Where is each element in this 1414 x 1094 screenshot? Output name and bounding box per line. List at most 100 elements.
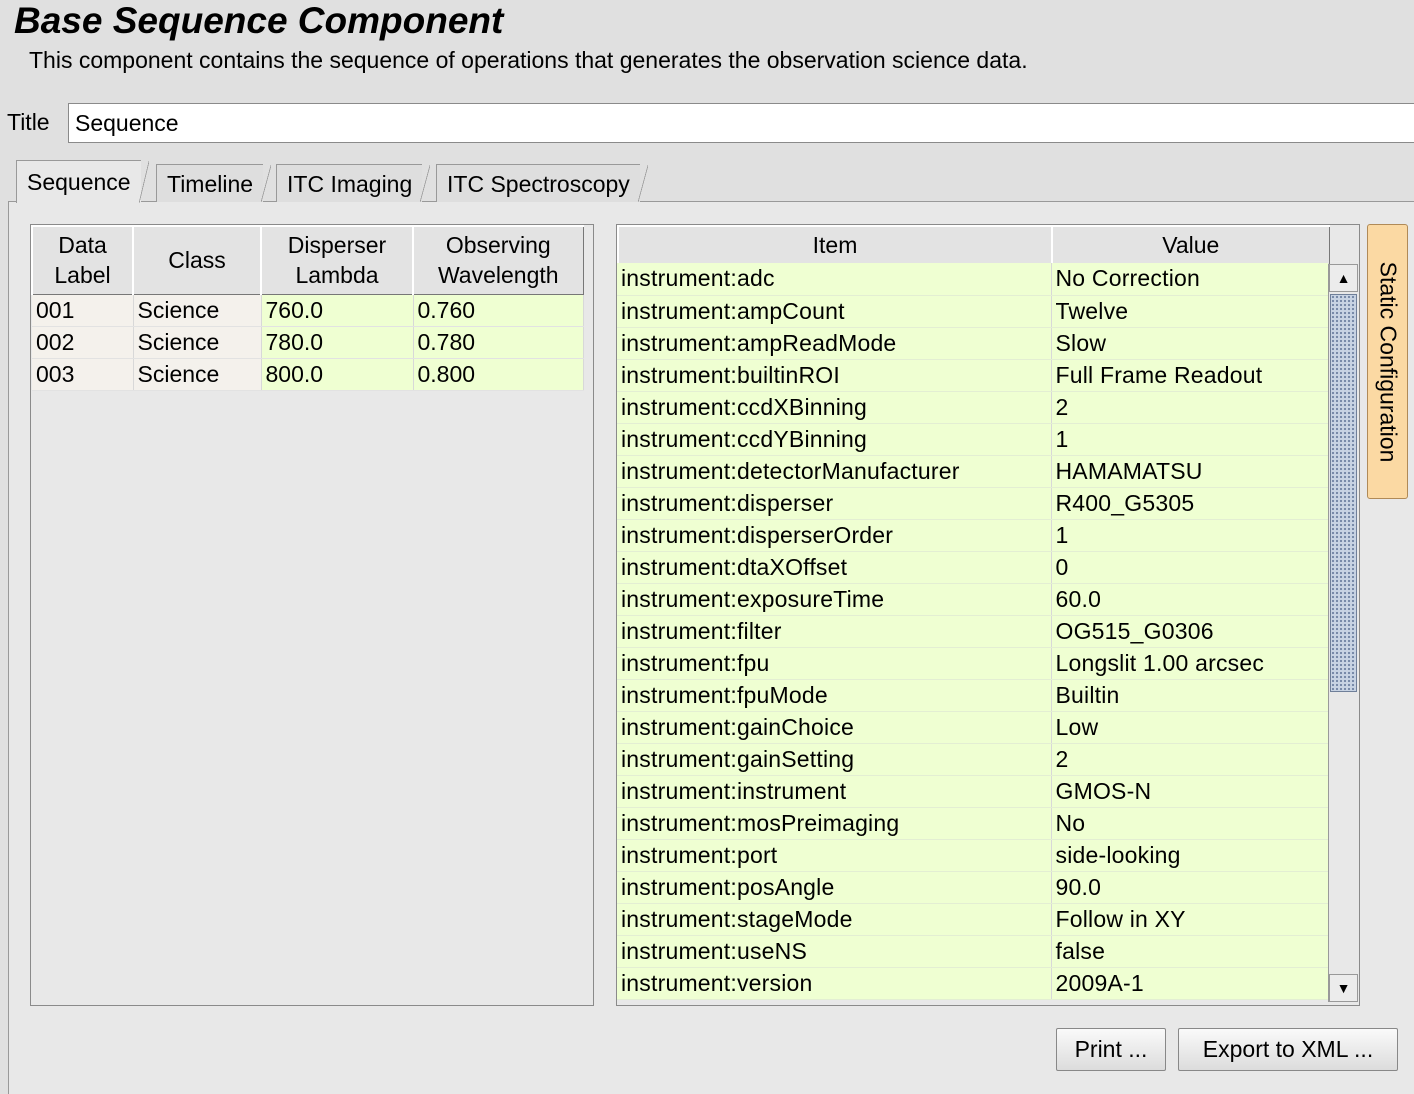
cell-value: R400_G5305 [1051, 487, 1329, 520]
cell-observing-wavelength: 0.760 [413, 294, 584, 327]
table-row[interactable]: instrument:fpuMode Builtin [617, 679, 1329, 712]
cell-value: GMOS-N [1051, 775, 1329, 808]
table-row[interactable]: instrument:ampCount Twelve [617, 295, 1329, 328]
title-input[interactable] [68, 103, 1414, 143]
table-row[interactable]: instrument:port side-looking [617, 839, 1329, 872]
cell-item: instrument:detectorManufacturer [617, 455, 1052, 488]
table-row[interactable]: instrument:fpu Longslit 1.00 arcsec [617, 647, 1329, 680]
cell-class: Science [133, 358, 262, 391]
component-description: This component contains the sequence of … [29, 47, 1028, 73]
cell-value: 1 [1051, 423, 1329, 456]
export-xml-button[interactable]: Export to XML ... [1178, 1028, 1398, 1071]
column-header-class[interactable]: Class [132, 225, 262, 295]
cell-value: Full Frame Readout [1051, 359, 1329, 392]
arrow-down-icon[interactable]: ▼ [1329, 974, 1358, 1002]
config-table-scrollbar[interactable]: ▲ ▼ [1328, 264, 1358, 1002]
static-config-table-panel: Item Value instrument:adc No Correction in… [616, 224, 1360, 1006]
sequence-component: Base Sequence Component This component c… [0, 0, 1414, 1094]
column-header-disperser-lambda[interactable]: Disperser Lambda [260, 225, 414, 295]
column-header-value[interactable]: Value [1051, 225, 1330, 265]
table-row[interactable]: instrument:builtinROI Full Frame Readout [617, 359, 1329, 392]
table-row[interactable]: instrument:detectorManufacturer HAMAMATSU [617, 455, 1329, 488]
table-row[interactable]: instrument:instrument GMOS-N [617, 775, 1329, 808]
tab-itc-spectroscopy[interactable]: ITC Spectroscopy [436, 164, 648, 202]
cell-class: Science [133, 326, 262, 359]
tab-bar: Sequence Timeline ITC Imaging ITC Spectr… [0, 160, 1414, 203]
cell-value: 2009A-1 [1051, 967, 1329, 1000]
cell-item: instrument:exposureTime [617, 583, 1052, 616]
table-row[interactable]: 002 Science 780.0 0.780 [32, 326, 584, 359]
cell-value: 90.0 [1051, 871, 1329, 904]
cell-observing-wavelength: 0.780 [413, 326, 584, 359]
tab-timeline[interactable]: Timeline [156, 164, 272, 202]
table-row[interactable]: instrument:gainSetting 2 [617, 743, 1329, 776]
cell-disperser-lambda: 760.0 [261, 294, 414, 327]
cell-class: Science [133, 294, 262, 327]
cell-value: Low [1051, 711, 1329, 744]
tab-itc-imaging[interactable]: ITC Imaging [276, 164, 431, 202]
table-row[interactable]: instrument:mosPreimaging No [617, 807, 1329, 840]
scrollbar-thumb[interactable] [1330, 294, 1357, 692]
cell-item: instrument:ccdXBinning [617, 391, 1052, 424]
cell-item: instrument:fpuMode [617, 679, 1052, 712]
cell-value: 2 [1051, 743, 1329, 776]
cell-value: 60.0 [1051, 583, 1329, 616]
table-row[interactable]: instrument:ampReadMode Slow [617, 327, 1329, 360]
table-row[interactable]: instrument:disperser R400_G5305 [617, 487, 1329, 520]
print-button[interactable]: Print ... [1056, 1028, 1166, 1071]
cell-item: instrument:disperser [617, 487, 1052, 520]
cell-value: OG515_G0306 [1051, 615, 1329, 648]
cell-value: 0 [1051, 551, 1329, 584]
sequence-table-header: Data Label Class Disperser Lambda Observin… [31, 225, 584, 295]
cell-data-label: 002 [32, 326, 134, 359]
cell-observing-wavelength: 0.800 [413, 358, 584, 391]
table-row[interactable]: instrument:exposureTime 60.0 [617, 583, 1329, 616]
table-row[interactable]: instrument:disperserOrder 1 [617, 519, 1329, 552]
cell-item: instrument:filter [617, 615, 1052, 648]
cell-value: 2 [1051, 391, 1329, 424]
static-configuration-label: Static Configuration [1375, 261, 1401, 462]
cell-value: No [1051, 807, 1329, 840]
static-configuration-tab[interactable]: Static Configuration [1367, 224, 1408, 499]
cell-item: instrument:fpu [617, 647, 1052, 680]
title-label: Title [7, 109, 50, 135]
cell-value: Longslit 1.00 arcsec [1051, 647, 1329, 680]
cell-value: Follow in XY [1051, 903, 1329, 936]
table-row[interactable]: instrument:useNS false [617, 935, 1329, 968]
component-title: Base Sequence Component [14, 0, 504, 41]
cell-data-label: 001 [32, 294, 134, 327]
cell-item: instrument:stageMode [617, 903, 1052, 936]
column-header-data-label[interactable]: Data Label [31, 225, 134, 295]
table-row[interactable]: instrument:filter OG515_G0306 [617, 615, 1329, 648]
table-row[interactable]: instrument:ccdXBinning 2 [617, 391, 1329, 424]
cell-item: instrument:ccdYBinning [617, 423, 1052, 456]
cell-value: No Correction [1051, 263, 1329, 296]
table-row[interactable]: instrument:version 2009A-1 [617, 967, 1329, 1000]
cell-item: instrument:dtaXOffset [617, 551, 1052, 584]
cell-item: instrument:port [617, 839, 1052, 872]
cell-item: instrument:gainChoice [617, 711, 1052, 744]
tab-sequence[interactable]: Sequence [16, 160, 149, 203]
cell-item: instrument:ampCount [617, 295, 1052, 328]
config-table-header: Item Value [617, 225, 1330, 265]
table-row[interactable]: instrument:posAngle 90.0 [617, 871, 1329, 904]
arrow-up-icon[interactable]: ▲ [1329, 264, 1358, 292]
table-row[interactable]: instrument:stageMode Follow in XY [617, 903, 1329, 936]
sequence-table-panel: Data Label Class Disperser Lambda Observin… [30, 224, 594, 1006]
cell-disperser-lambda: 780.0 [261, 326, 414, 359]
column-header-observing-wavelength[interactable]: Observing Wavelength [412, 225, 584, 295]
table-row[interactable]: instrument:dtaXOffset 0 [617, 551, 1329, 584]
table-row[interactable]: instrument:gainChoice Low [617, 711, 1329, 744]
table-row[interactable]: instrument:ccdYBinning 1 [617, 423, 1329, 456]
table-row[interactable]: 003 Science 800.0 0.800 [32, 358, 584, 391]
cell-item: instrument:builtinROI [617, 359, 1052, 392]
cell-data-label: 003 [32, 358, 134, 391]
table-row[interactable]: 001 Science 760.0 0.760 [32, 294, 584, 327]
cell-item: instrument:useNS [617, 935, 1052, 968]
cell-item: instrument:adc [617, 263, 1052, 296]
cell-item: instrument:version [617, 967, 1052, 1000]
cell-item: instrument:gainSetting [617, 743, 1052, 776]
cell-value: Twelve [1051, 295, 1329, 328]
table-row[interactable]: instrument:adc No Correction [617, 263, 1329, 296]
column-header-item[interactable]: Item [617, 225, 1053, 265]
